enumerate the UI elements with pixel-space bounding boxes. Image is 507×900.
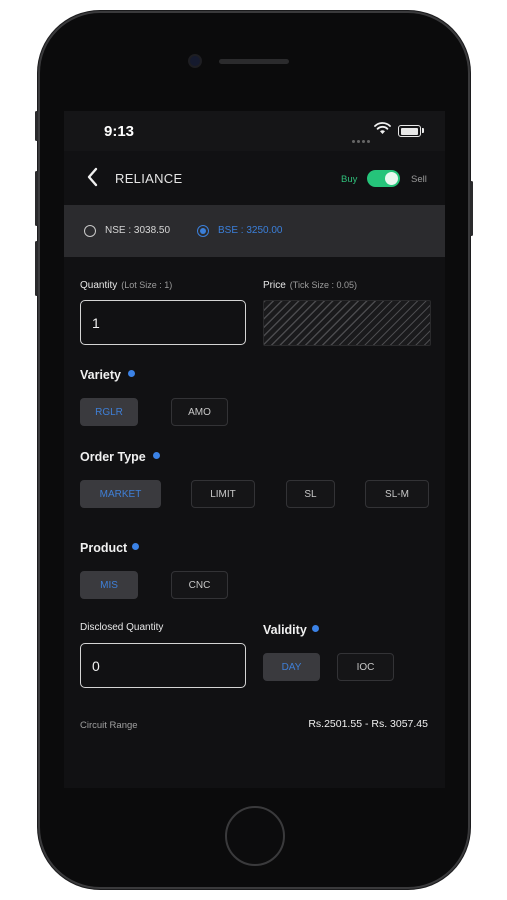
instrument-title: RELIANCE — [115, 171, 183, 186]
variety-title: Variety — [80, 368, 122, 382]
product-cnc-button[interactable]: CNC — [171, 571, 228, 599]
mute-switch — [35, 111, 38, 141]
back-arrow-icon[interactable] — [86, 167, 98, 187]
product-title: Product — [80, 541, 128, 555]
circuit-range-value: Rs.2501.55 - Rs. 3057.45 — [308, 718, 428, 730]
order-type-sl-button[interactable]: SL — [286, 480, 335, 508]
app-screen: 9:13 RELIANCE Buy Sell NSE : 3038.50 BSE… — [64, 111, 445, 788]
sell-label[interactable]: Sell — [411, 174, 427, 185]
nse-radio[interactable] — [84, 225, 96, 237]
variety-amo-button[interactable]: AMO — [171, 398, 228, 426]
cellular-signal-icon — [352, 130, 372, 148]
order-type-limit-button[interactable]: LIMIT — [191, 480, 255, 508]
price-input-disabled — [263, 300, 431, 346]
battery-icon — [398, 125, 421, 137]
order-type-market-button[interactable]: MARKET — [80, 480, 161, 508]
variety-rglr-button[interactable]: RGLR — [80, 398, 138, 426]
front-camera — [190, 56, 200, 66]
order-header: RELIANCE Buy Sell — [64, 151, 445, 205]
home-button[interactable] — [225, 806, 285, 866]
bse-price-label[interactable]: BSE : 3250.00 — [218, 225, 283, 236]
tick-size-hint: (Tick Size : 0.05) — [289, 280, 357, 290]
order-type-slm-button[interactable]: SL-M — [365, 480, 429, 508]
wifi-icon — [374, 122, 391, 134]
order-type-info-icon[interactable] — [153, 452, 160, 459]
product-mis-button[interactable]: MIS — [80, 571, 138, 599]
product-info-icon[interactable] — [132, 543, 139, 550]
quantity-input[interactable]: 1 — [80, 300, 246, 345]
power-button — [470, 181, 473, 236]
toggle-knob — [385, 172, 398, 185]
disclosed-quantity-input[interactable]: 0 — [80, 643, 246, 688]
exchange-selector: NSE : 3038.50 BSE : 3250.00 — [64, 205, 445, 257]
earpiece-speaker — [219, 59, 289, 64]
validity-ioc-button[interactable]: IOC — [337, 653, 394, 681]
price-label-text: Price — [263, 280, 286, 291]
bse-radio[interactable] — [197, 225, 209, 237]
quantity-label-text: Quantity — [80, 280, 118, 291]
validity-day-button[interactable]: DAY — [263, 653, 320, 681]
status-bar: 9:13 — [64, 111, 445, 151]
volume-down-button — [35, 241, 38, 296]
status-time: 9:13 — [104, 123, 135, 140]
volume-up-button — [35, 171, 38, 226]
order-type-title: Order Type — [80, 450, 146, 464]
validity-info-icon[interactable] — [312, 625, 319, 632]
lot-size-hint: (Lot Size : 1) — [121, 280, 173, 290]
price-label: Price (Tick Size : 0.05) — [263, 280, 357, 291]
circuit-range-label: Circuit Range — [80, 720, 138, 731]
disclosed-quantity-label: Disclosed Quantity — [80, 622, 164, 633]
buy-sell-toggle[interactable] — [367, 170, 400, 187]
battery-tip — [422, 128, 424, 133]
validity-title: Validity — [263, 623, 307, 637]
variety-info-icon[interactable] — [128, 370, 135, 377]
nse-price-label[interactable]: NSE : 3038.50 — [105, 225, 170, 236]
buy-label[interactable]: Buy — [341, 174, 357, 185]
quantity-label: Quantity (Lot Size : 1) — [80, 280, 172, 291]
